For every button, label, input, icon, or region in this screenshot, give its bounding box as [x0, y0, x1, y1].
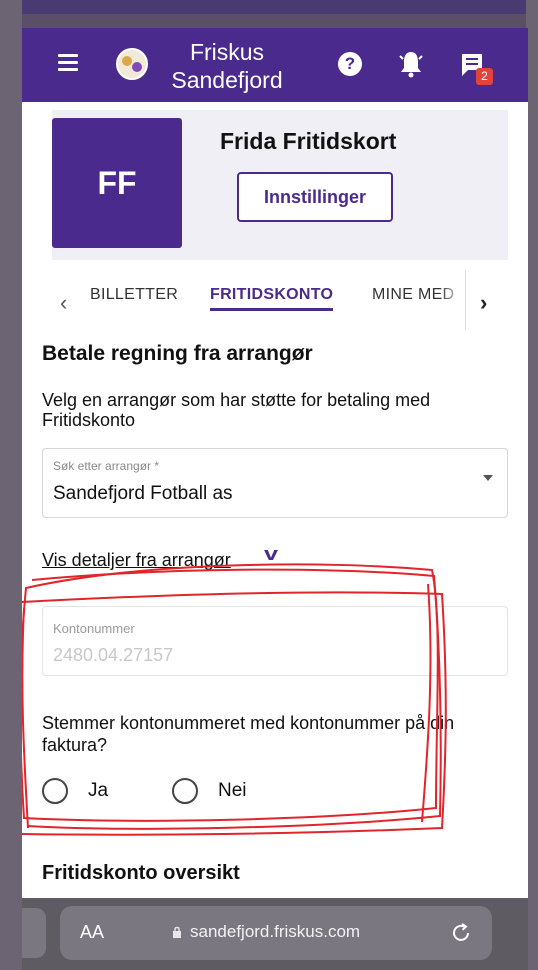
- logo-icon[interactable]: [116, 48, 148, 80]
- organizer-select[interactable]: Søk etter arrangør * Sandefjord Fotball …: [42, 448, 508, 518]
- description: Velg en arrangør som har støtte for beta…: [42, 390, 431, 430]
- notification-badge: 2: [476, 68, 493, 85]
- overview-title: Fritidskonto oversikt: [42, 862, 240, 884]
- radio-no[interactable]: Nei: [172, 778, 247, 804]
- app-title[interactable]: Friskus Sandefjord: [162, 38, 292, 94]
- tab-fade: [440, 270, 466, 330]
- profile-card: FF Frida Fritidskort Innstillinger: [52, 110, 508, 260]
- caret-down-icon[interactable]: [483, 475, 493, 481]
- radio-yes[interactable]: Ja: [42, 778, 108, 804]
- details-link[interactable]: Vis detaljer fra arrangør: [42, 550, 231, 571]
- browser-bar: AA sandefjord.friskus.com: [22, 898, 528, 970]
- phone-screen: Friskus Sandefjord ? 2 FF Frida Fritidsk…: [22, 28, 528, 970]
- radio-no-circle[interactable]: [172, 778, 198, 804]
- tab-bar: ‹ BILLETTER FRITIDSKONTO MINE MED ›: [22, 270, 528, 330]
- chevron-down-icon[interactable]: v: [264, 544, 278, 565]
- organizer-select-label: Søk etter arrangør *: [53, 459, 160, 473]
- radio-yes-circle[interactable]: [42, 778, 68, 804]
- app-title-line1: Friskus: [189, 39, 265, 65]
- text-size-button[interactable]: AA: [80, 922, 104, 943]
- address-bar[interactable]: AA sandefjord.friskus.com: [60, 906, 492, 960]
- account-question: Stemmer kontonummeret med kontonummer på…: [42, 713, 455, 755]
- bell-icon[interactable]: [398, 50, 424, 78]
- device-frame-top: [0, 0, 538, 14]
- avatar: FF: [52, 118, 182, 248]
- app-title-line2: Sandefjord: [171, 67, 283, 93]
- account-number-value: 2480.04.27157: [53, 645, 174, 665]
- radio-yes-label[interactable]: Ja: [88, 780, 108, 802]
- section-title: Betale regning fra arrangør: [42, 342, 313, 365]
- account-number-label: Kontonummer: [53, 621, 135, 636]
- reload-icon[interactable]: [450, 922, 472, 944]
- profile-name: Frida Fritidskort: [220, 128, 397, 154]
- browser-tab-stub[interactable]: [22, 908, 46, 958]
- menu-icon[interactable]: [58, 54, 78, 72]
- settings-button[interactable]: Innstillinger: [237, 172, 393, 222]
- chevron-left-icon[interactable]: ‹: [60, 290, 67, 316]
- chevron-right-icon[interactable]: ›: [480, 290, 487, 316]
- app-bar: Friskus Sandefjord ? 2: [22, 28, 528, 102]
- organizer-select-value: Sandefjord Fotball as: [53, 483, 233, 504]
- tab-billetter[interactable]: BILLETTER: [90, 286, 178, 304]
- account-number-field: Kontonummer 2480.04.27157: [42, 606, 508, 676]
- tab-fritidskonto[interactable]: FRITIDSKONTO: [210, 286, 334, 311]
- radio-no-label[interactable]: Nei: [218, 780, 247, 802]
- help-icon[interactable]: ?: [338, 52, 362, 76]
- device-frame-left: [0, 0, 22, 970]
- lock-icon: [173, 926, 181, 938]
- url-text[interactable]: sandefjord.friskus.com: [190, 922, 360, 942]
